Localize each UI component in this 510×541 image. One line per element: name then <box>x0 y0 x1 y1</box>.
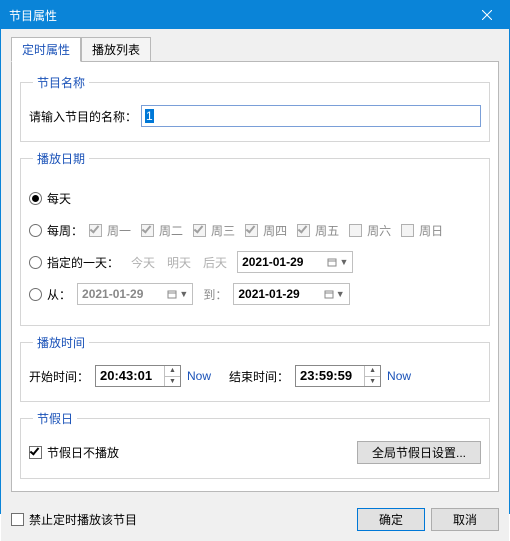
calendar-icon <box>324 289 334 299</box>
date-range-end-value: 2021-01-29 <box>238 287 299 301</box>
date-picker-range-end[interactable]: 2021-01-29 ▼ <box>233 283 349 305</box>
checkbox-tue[interactable] <box>141 224 154 237</box>
label-thu: 周四 <box>263 222 287 239</box>
link-today[interactable]: 今天 <box>131 254 155 271</box>
time-input-start[interactable]: 20:43:01 ▲ ▼ <box>95 365 181 387</box>
tab-panel-timer: 节目名称 请输入节目的名称： 1 播放日期 每天 每周： <box>11 61 499 492</box>
label-sun: 周日 <box>419 222 443 239</box>
link-day-after[interactable]: 后天 <box>203 254 227 271</box>
label-fri: 周五 <box>315 222 339 239</box>
label-every-day: 每天 <box>47 190 71 207</box>
chevron-down-icon: ▼ <box>179 289 188 299</box>
radio-every-day[interactable] <box>29 192 42 205</box>
link-now-end[interactable]: Now <box>387 369 411 383</box>
date-specific-value: 2021-01-29 <box>242 255 303 269</box>
checkbox-holiday-no-play[interactable] <box>29 446 42 459</box>
label-end-time: 结束时间： <box>229 368 289 385</box>
spin-down-icon[interactable]: ▼ <box>165 377 180 387</box>
calendar-icon <box>167 289 177 299</box>
close-button[interactable] <box>465 1 509 29</box>
label-wed: 周三 <box>211 222 235 239</box>
program-name-input[interactable]: 1 <box>141 105 481 127</box>
checkbox-disable-timer-play[interactable] <box>11 513 24 526</box>
label-start-time: 开始时间： <box>29 368 89 385</box>
label-every-week: 每周： <box>47 222 83 239</box>
group-play-time: 播放时间 开始时间： 20:43:01 ▲ ▼ Now 结束时间： 23:59:… <box>20 334 490 402</box>
label-tue: 周二 <box>159 222 183 239</box>
calendar-icon <box>327 257 337 267</box>
checkbox-sat[interactable] <box>349 224 362 237</box>
date-picker-specific[interactable]: 2021-01-29 ▼ <box>237 251 353 273</box>
link-tomorrow[interactable]: 明天 <box>167 254 191 271</box>
checkbox-mon[interactable] <box>89 224 102 237</box>
checkbox-wed[interactable] <box>193 224 206 237</box>
chevron-down-icon: ▼ <box>339 257 348 267</box>
legend-play-date: 播放日期 <box>33 150 89 167</box>
button-global-holiday-settings[interactable]: 全局节假日设置... <box>357 441 481 464</box>
label-range-from: 从： <box>47 286 71 303</box>
titlebar: 节目属性 <box>1 1 509 29</box>
time-end-value: 23:59:59 <box>296 366 364 386</box>
ok-button[interactable]: 确定 <box>357 508 425 531</box>
label-specific-day: 指定的一天： <box>47 254 119 271</box>
legend-program-name: 节目名称 <box>33 74 89 91</box>
checkbox-sun[interactable] <box>401 224 414 237</box>
label-program-name: 请输入节目的名称： <box>29 108 137 125</box>
radio-specific-day[interactable] <box>29 256 42 269</box>
dialog-window: 节目属性 定时属性 播放列表 节目名称 请输入节目的名称： 1 <box>0 0 510 514</box>
link-now-start[interactable]: Now <box>187 369 211 383</box>
group-play-date: 播放日期 每天 每周： 周一 周二 周三 周四 周五 周六 周日 <box>20 150 490 326</box>
close-icon <box>482 10 492 20</box>
legend-play-time: 播放时间 <box>33 334 89 351</box>
spin-up-icon[interactable]: ▲ <box>365 366 380 377</box>
tab-timer-properties[interactable]: 定时属性 <box>11 37 81 62</box>
cancel-button[interactable]: 取消 <box>431 508 499 531</box>
label-mon: 周一 <box>107 222 131 239</box>
group-holiday: 节假日 节假日不播放 全局节假日设置... <box>20 410 490 479</box>
window-title: 节目属性 <box>9 7 465 24</box>
radio-date-range[interactable] <box>29 288 42 301</box>
date-range-start-value: 2021-01-29 <box>82 287 143 301</box>
time-start-value: 20:43:01 <box>96 366 164 386</box>
chevron-down-icon: ▼ <box>336 289 345 299</box>
tab-strip: 定时属性 播放列表 <box>11 37 499 62</box>
checkbox-fri[interactable] <box>297 224 310 237</box>
date-picker-range-start[interactable]: 2021-01-29 ▼ <box>77 283 193 305</box>
label-sat: 周六 <box>367 222 391 239</box>
label-range-to: 到： <box>203 286 227 303</box>
spin-down-icon[interactable]: ▼ <box>365 377 380 387</box>
spin-up-icon[interactable]: ▲ <box>165 366 180 377</box>
group-program-name: 节目名称 请输入节目的名称： 1 <box>20 74 490 142</box>
tab-playlist[interactable]: 播放列表 <box>81 37 151 62</box>
time-input-end[interactable]: 23:59:59 ▲ ▼ <box>295 365 381 387</box>
label-holiday-no-play: 节假日不播放 <box>47 444 119 461</box>
radio-every-week[interactable] <box>29 224 42 237</box>
legend-holiday: 节假日 <box>33 410 77 427</box>
program-name-value: 1 <box>145 109 154 123</box>
checkbox-thu[interactable] <box>245 224 258 237</box>
dialog-footer: 禁止定时播放该节目 确定 取消 <box>1 502 509 541</box>
